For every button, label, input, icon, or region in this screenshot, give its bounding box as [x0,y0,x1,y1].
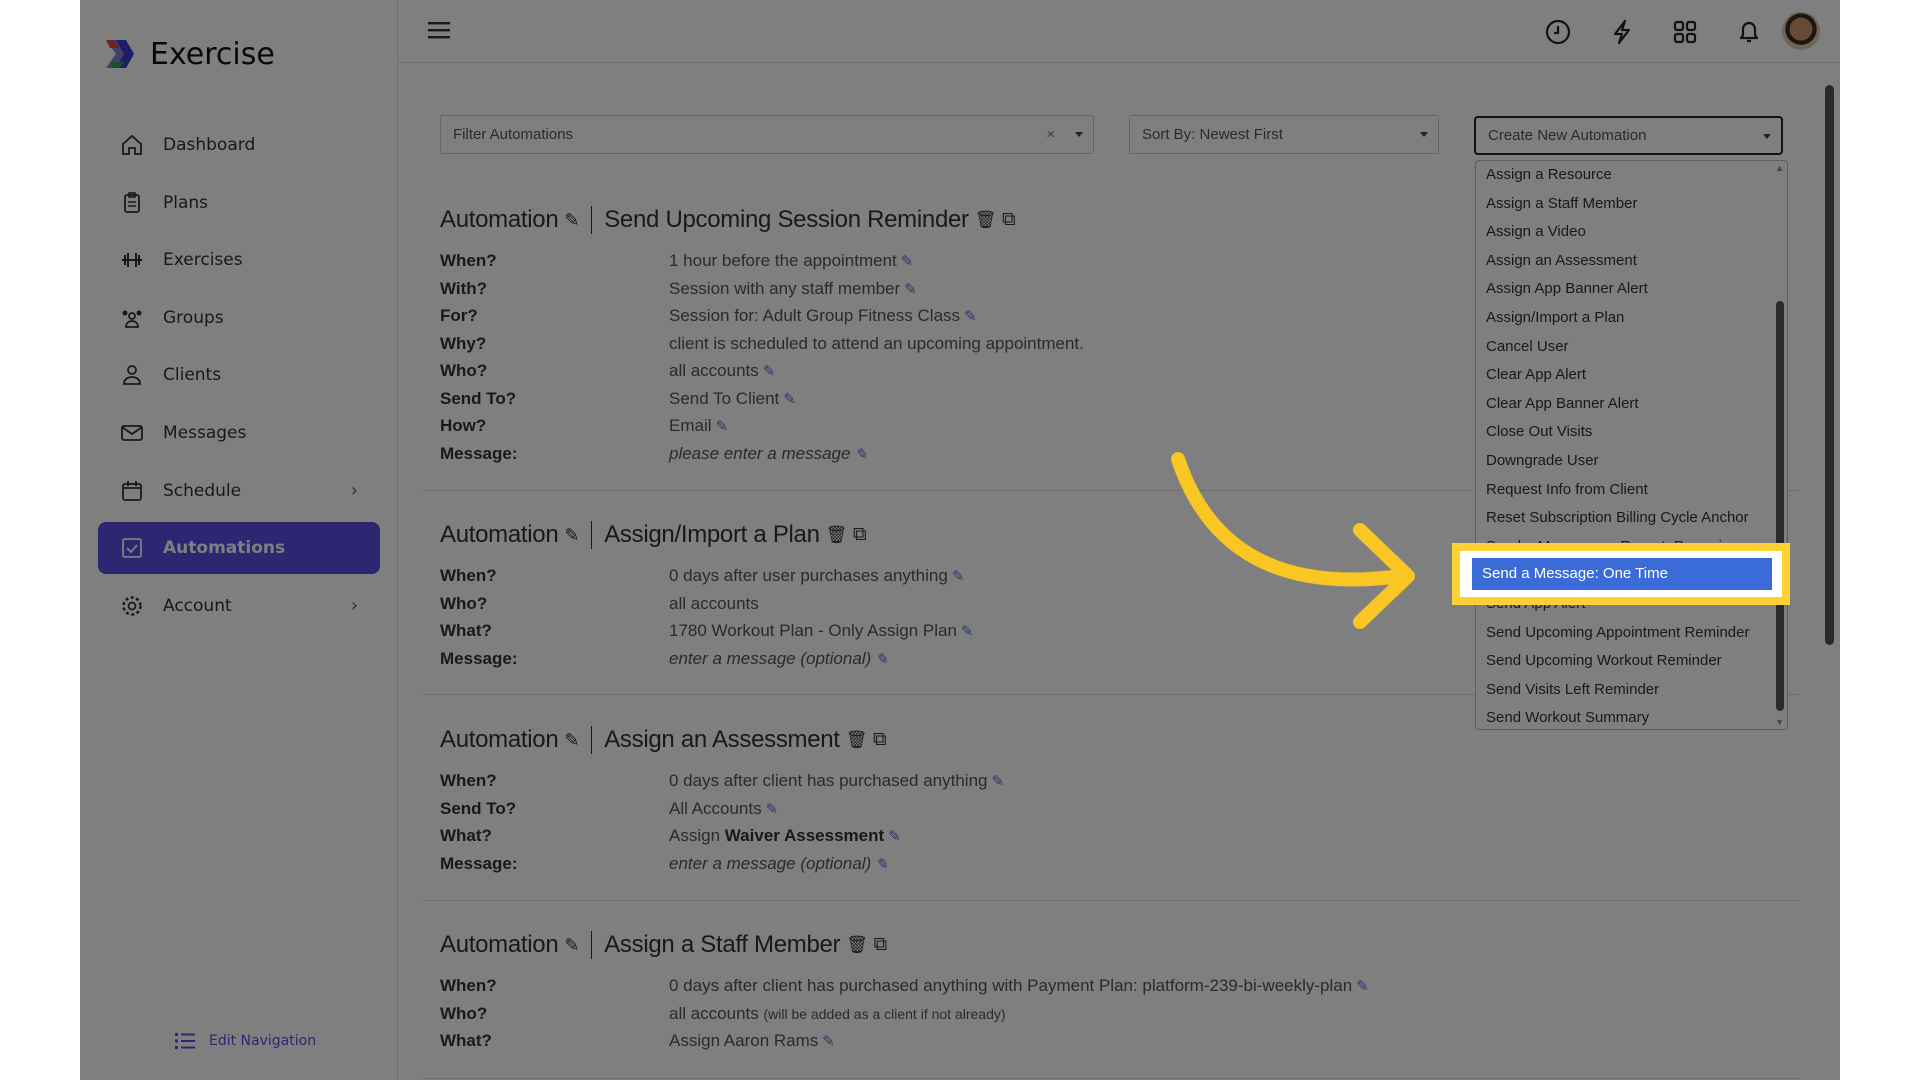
highlight-box: Send a Message: One Time [1452,543,1790,605]
dropdown-option-highlighted[interactable]: Send a Message: One Time [1472,558,1772,590]
dim-overlay [80,0,1840,1080]
